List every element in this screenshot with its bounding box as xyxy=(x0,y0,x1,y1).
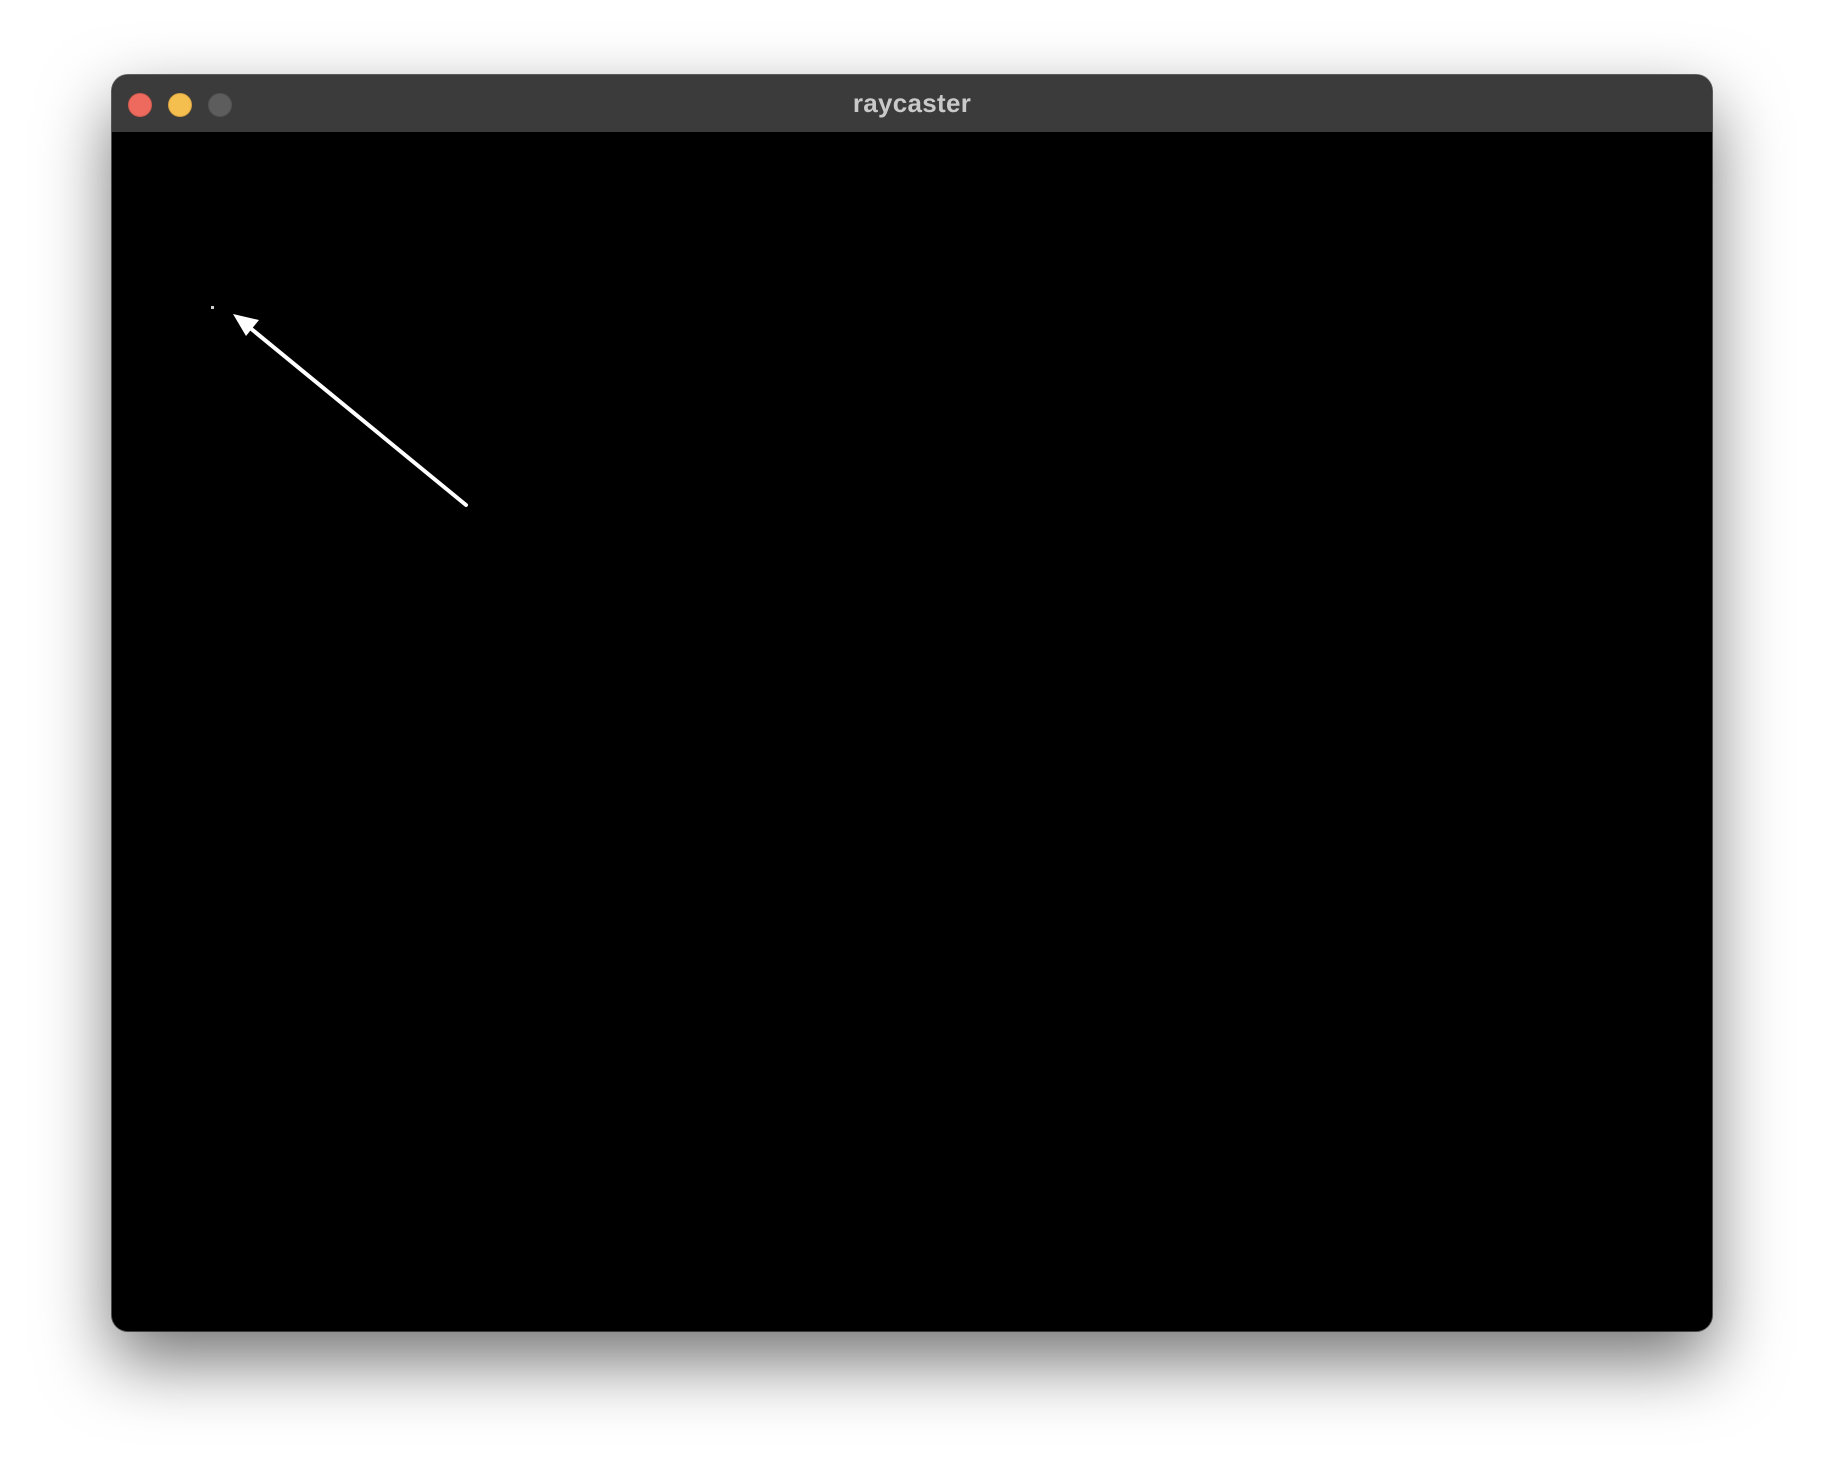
title-bar[interactable]: raycaster xyxy=(112,75,1712,133)
scene-svg xyxy=(211,306,468,507)
player-dot-icon xyxy=(211,306,214,309)
annotation-arrow-icon xyxy=(233,314,468,507)
window-title: raycaster xyxy=(852,88,972,118)
app-window: raycaster xyxy=(112,75,1712,1331)
render-canvas[interactable] xyxy=(112,132,1712,1331)
desktop: raycaster xyxy=(0,0,1824,1480)
